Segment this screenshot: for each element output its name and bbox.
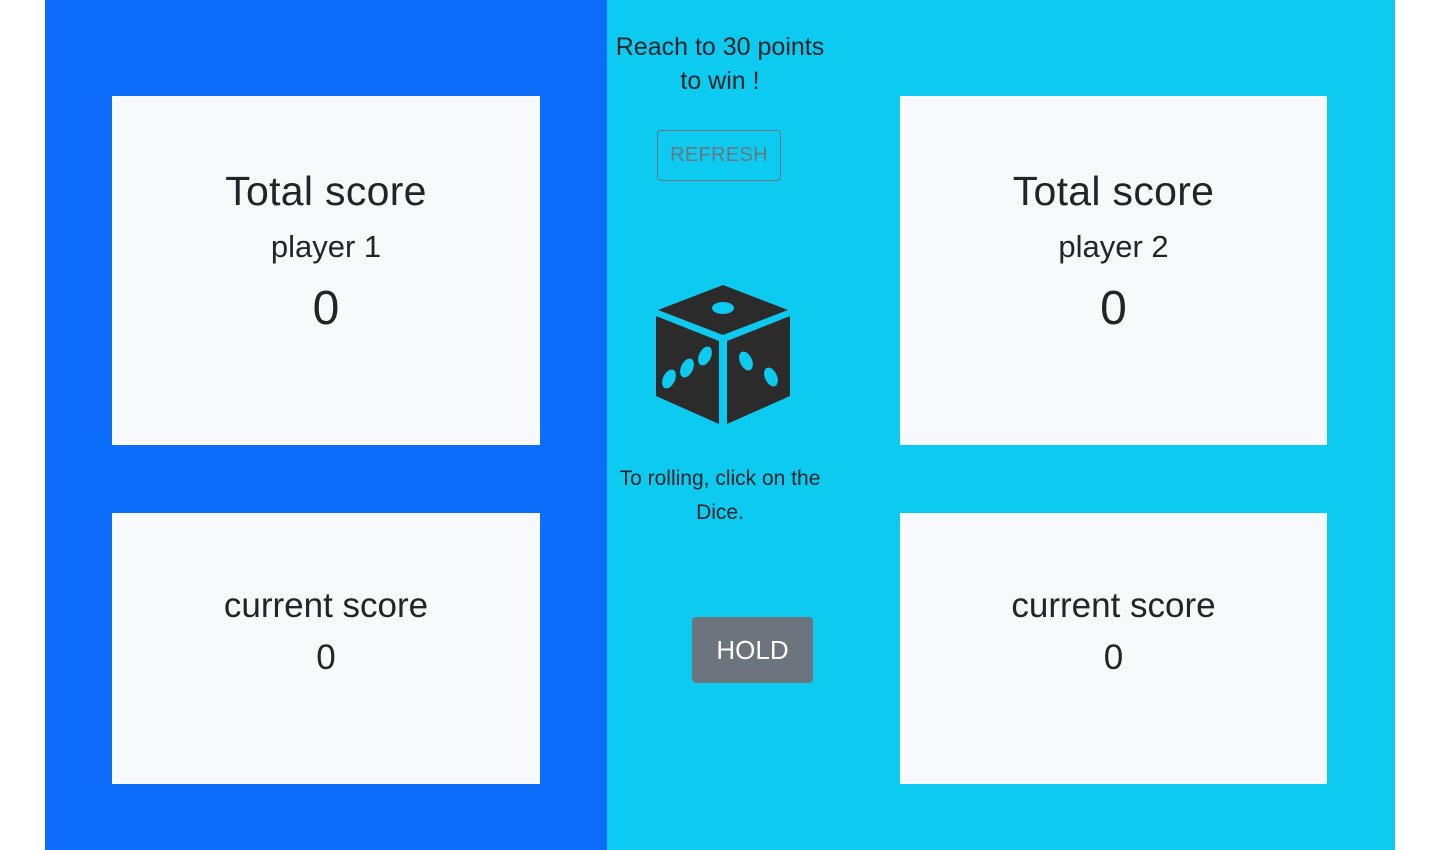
goal-text: Reach to 30 points to win !	[615, 33, 825, 95]
dice-icon[interactable]	[653, 283, 793, 426]
player-1-total-card: Total score player 1 0	[112, 96, 540, 445]
current-score-title: current score	[223, 586, 429, 625]
total-score-title: Total score	[1012, 168, 1215, 214]
current-score-value: 0	[316, 638, 336, 677]
player-2-current-card: current score 0	[900, 513, 1327, 784]
dice-hint: To rolling, click on the Dice.	[619, 467, 821, 524]
player-name: player 1	[270, 229, 382, 264]
current-score-value: 0	[1103, 638, 1124, 677]
total-score-value: 0	[312, 282, 340, 335]
player-1-current-card: current score 0	[112, 513, 540, 784]
player-2-total-card: Total score player 2 0	[900, 96, 1327, 445]
hold-button[interactable]: HOLD	[692, 617, 813, 683]
refresh-button[interactable]: REFRESH	[657, 130, 781, 181]
current-score-title: current score	[1011, 586, 1216, 625]
total-score-value: 0	[1100, 282, 1127, 335]
player-name: player 2	[1058, 229, 1169, 264]
total-score-title: Total score	[225, 168, 427, 214]
